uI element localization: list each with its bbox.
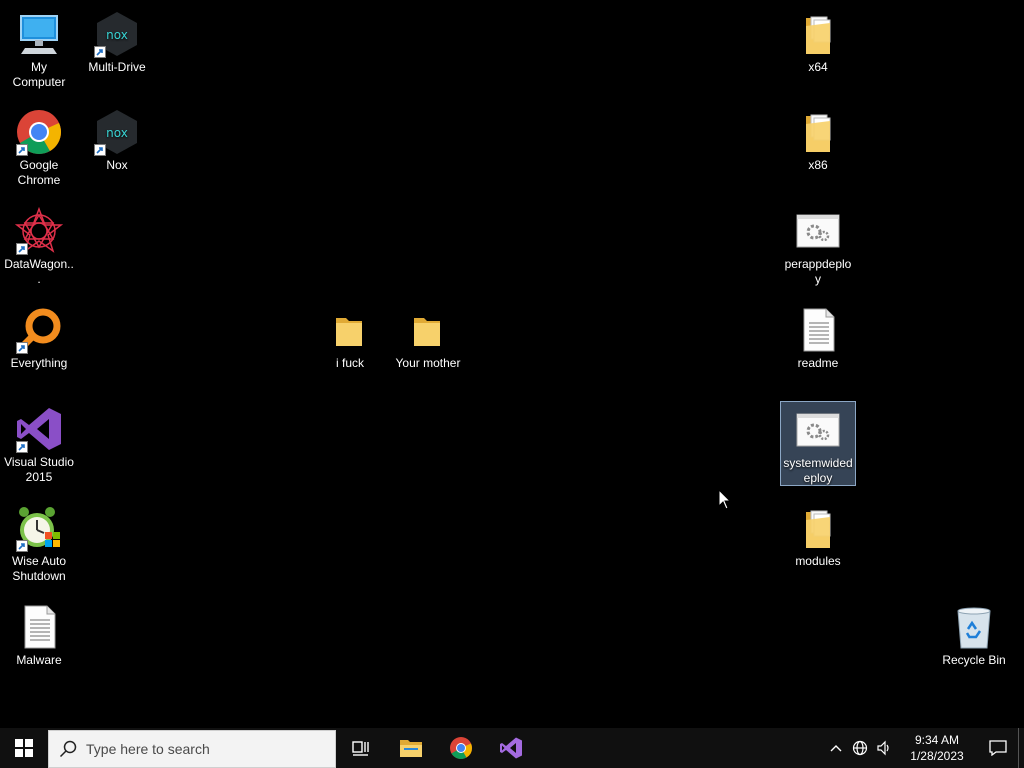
desktop-icon-recycle-bin[interactable]: Recycle Bin — [936, 599, 1012, 668]
volume-button[interactable] — [872, 728, 896, 768]
show-hidden-icons-button[interactable] — [824, 728, 848, 768]
notification-icon — [989, 740, 1007, 756]
desktop-icon-everything[interactable]: Everything — [1, 302, 77, 371]
icon-label: Visual Studio 2015 — [4, 455, 74, 484]
search-icon — [59, 740, 77, 757]
icon-label: x64 — [808, 60, 828, 74]
clock-time: 9:34 AM — [914, 733, 960, 747]
desktop-icon-datawagon[interactable]: DataWagon... — [1, 203, 77, 287]
desktop-icon-malware[interactable]: Malware — [1, 599, 77, 668]
icon-label: Your mother — [395, 356, 461, 370]
desktop-icon-nox[interactable]: nox Nox — [79, 104, 155, 173]
visual-studio-icon — [15, 405, 63, 453]
settings-file-icon — [794, 406, 842, 454]
icon-label: x86 — [808, 158, 828, 172]
text-file-icon — [794, 306, 842, 354]
icon-label: perappdeploy — [784, 257, 852, 286]
network-button[interactable] — [848, 728, 872, 768]
folder-icon — [404, 306, 452, 354]
taskbar-chrome[interactable] — [436, 728, 486, 768]
settings-file-icon — [794, 207, 842, 255]
taskbar-clock[interactable]: 9:34 AM 1/28/2023 — [902, 732, 972, 764]
desktop-icon-wise-auto-shutdown[interactable]: Wise Auto Shutdown — [1, 500, 77, 584]
action-center-button[interactable] — [978, 728, 1018, 768]
task-view-button[interactable] — [336, 728, 386, 768]
icon-label: modules — [795, 554, 841, 568]
icon-label: Malware — [16, 653, 62, 667]
desktop-icon-visual-studio[interactable]: Visual Studio 2015 — [1, 401, 77, 485]
svg-text:nox: nox — [106, 126, 128, 140]
recycle-bin-icon — [950, 603, 998, 651]
task-view-icon — [352, 741, 369, 756]
chrome-icon — [15, 108, 63, 156]
taskbar: Type here to search 9:34 AM 1/28/2023 — [0, 728, 1024, 768]
nox-multi-drive-icon: nox — [93, 10, 141, 58]
desktop-icon-modules[interactable]: modules — [780, 500, 856, 569]
icon-label: systemwidedeploy — [783, 456, 853, 485]
search-placeholder: Type here to search — [86, 740, 210, 757]
folder-with-files-icon — [794, 504, 842, 552]
show-desktop-button[interactable] — [1018, 728, 1024, 768]
desktop-icon-google-chrome[interactable]: Google Chrome — [1, 104, 77, 188]
icon-label: My Computer — [12, 60, 66, 89]
shortcut-arrow-icon — [94, 144, 106, 156]
datawagon-icon — [15, 207, 63, 255]
system-tray: 9:34 AM 1/28/2023 — [824, 728, 1024, 768]
icon-label: Nox — [106, 158, 128, 172]
mouse-cursor-icon — [718, 489, 732, 510]
text-file-icon — [15, 603, 63, 651]
taskbar-search-box[interactable]: Type here to search — [48, 729, 336, 768]
desktop-icon-i-fuck[interactable]: i fuck — [312, 302, 388, 371]
shortcut-arrow-icon — [16, 144, 28, 156]
folder-with-files-icon — [794, 108, 842, 156]
speaker-icon — [877, 740, 889, 756]
desktop-icon-my-computer[interactable]: My Computer — [1, 6, 77, 90]
icon-label: i fuck — [335, 356, 364, 370]
magnifier-icon — [15, 306, 63, 354]
folder-with-files-icon — [794, 10, 842, 58]
desktop-icon-your-mother[interactable]: Your mother — [390, 302, 466, 371]
alarm-clock-icon — [15, 504, 63, 552]
desktop-icon-x64[interactable]: x64 — [780, 6, 856, 75]
icon-label: readme — [797, 356, 839, 370]
shortcut-arrow-icon — [16, 441, 28, 453]
taskbar-visual-studio[interactable] — [486, 728, 536, 768]
icon-label: Recycle Bin — [942, 653, 1006, 667]
icon-label: Everything — [10, 356, 68, 370]
svg-text:nox: nox — [106, 28, 128, 42]
windows-logo-icon — [15, 739, 33, 757]
monitor-icon — [15, 10, 63, 58]
globe-icon — [852, 740, 868, 756]
icon-label: DataWagon... — [4, 257, 74, 286]
chrome-icon — [450, 737, 472, 759]
shortcut-arrow-icon — [16, 243, 28, 255]
desktop-icon-systemwidedeploy[interactable]: systemwidedeploy — [780, 401, 856, 486]
start-button[interactable] — [0, 728, 48, 768]
icon-label: Google Chrome — [17, 158, 61, 187]
clock-date: 1/28/2023 — [910, 749, 964, 763]
desktop[interactable]: My Computer nox Multi-Drive Google Chrom… — [0, 0, 1024, 728]
desktop-icon-x86[interactable]: x86 — [780, 104, 856, 173]
desktop-icon-readme[interactable]: readme — [780, 302, 856, 371]
icon-label: Multi-Drive — [88, 60, 146, 74]
taskbar-file-explorer[interactable] — [386, 728, 436, 768]
chevron-up-icon — [830, 745, 842, 752]
folder-icon — [326, 306, 374, 354]
desktop-icon-perappdeploy[interactable]: perappdeploy — [780, 203, 856, 287]
visual-studio-icon — [500, 737, 522, 759]
shortcut-arrow-icon — [16, 540, 28, 552]
file-explorer-icon — [400, 740, 422, 757]
shortcut-arrow-icon — [94, 46, 106, 58]
shortcut-arrow-icon — [16, 342, 28, 354]
nox-icon: nox — [93, 108, 141, 156]
icon-label: Wise Auto Shutdown — [11, 554, 67, 583]
desktop-icon-multi-drive[interactable]: nox Multi-Drive — [79, 6, 155, 75]
